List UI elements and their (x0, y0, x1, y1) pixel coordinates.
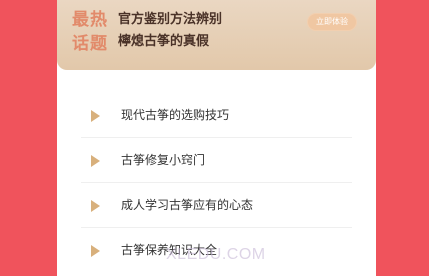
list-item-label: 古筝修复小窍门 (121, 153, 206, 167)
article-list: 现代古筝的选购技巧 古筝修复小窍门 成人学习古筝应有的心态 古筝保养知识大全 (81, 93, 352, 272)
list-item-label: 成人学习古筝应有的心态 (121, 198, 254, 212)
list-item-label: 古筝保养知识大全 (121, 243, 218, 257)
list-item[interactable]: 古筝修复小窍门 (81, 138, 352, 183)
hot-topic-tag: 最热 话题 (72, 8, 112, 56)
banner-title: 官方鉴别方法辨别 檸熄古筝的真假 (118, 9, 222, 53)
list-item[interactable]: 成人学习古筝应有的心态 (81, 183, 352, 228)
play-arrow-icon (91, 155, 100, 167)
hot-topic-tag-line1: 最热 (72, 10, 108, 30)
content-card: 最热 话题 官方鉴别方法辨别 檸熄古筝的真假 立即体验 现代古筝的选购技巧 古筝… (57, 0, 376, 276)
list-item[interactable]: 现代古筝的选购技巧 (81, 93, 352, 138)
list-item-label: 现代古筝的选购技巧 (121, 108, 230, 122)
banner-title-line2: 檸熄古筝的真假 (118, 34, 210, 49)
hot-topic-tag-line2: 话题 (72, 34, 108, 54)
banner-title-line1: 官方鉴别方法辨别 (118, 12, 223, 27)
play-arrow-icon (91, 110, 100, 122)
try-now-button[interactable]: 立即体验 (307, 13, 357, 31)
list-item[interactable]: 古筝保养知识大全 (81, 228, 352, 272)
topic-banner[interactable]: 最热 话题 官方鉴别方法辨别 檸熄古筝的真假 立即体验 (57, 0, 376, 70)
play-arrow-icon (91, 200, 100, 212)
play-arrow-icon (91, 245, 100, 257)
